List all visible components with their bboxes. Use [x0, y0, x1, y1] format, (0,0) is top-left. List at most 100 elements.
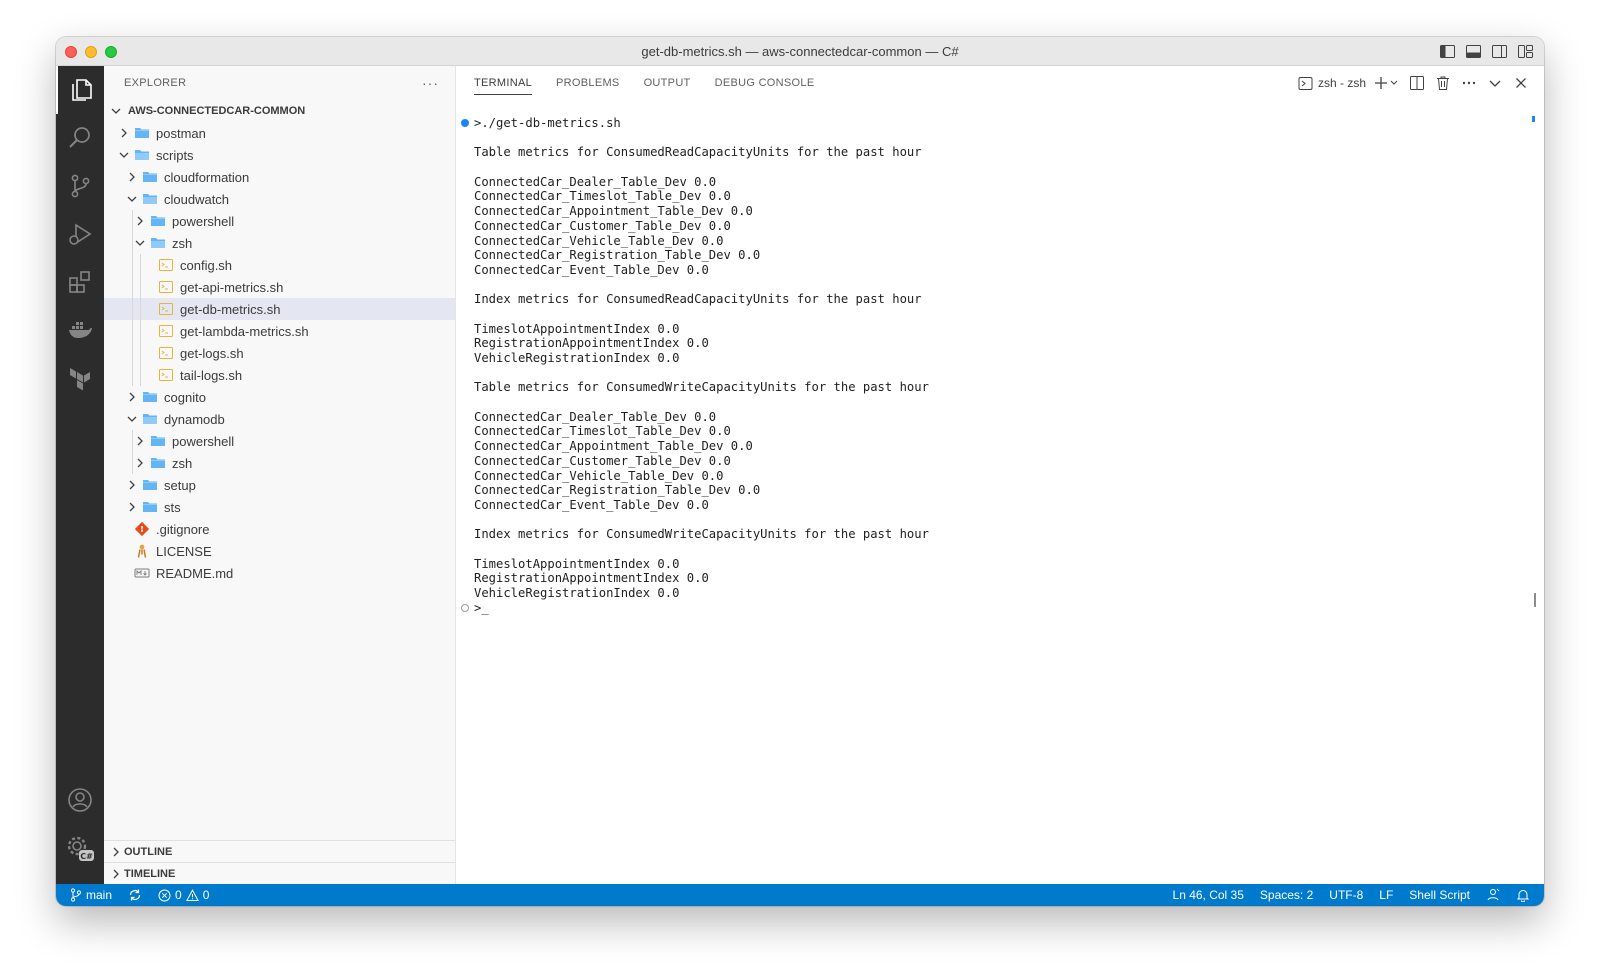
- terminal-line: VehicleRegistrationIndex 0.0: [474, 351, 680, 365]
- file-item[interactable]: .gitignore: [104, 518, 455, 540]
- shell-file-icon: [158, 345, 174, 361]
- timeline-section[interactable]: TIMELINE: [104, 862, 455, 884]
- chevron-right-icon: [132, 455, 148, 471]
- tree-item-label: cloudformation: [164, 169, 250, 185]
- cursor-position[interactable]: Ln 46, Col 35: [1165, 884, 1252, 906]
- end-of-line[interactable]: LF: [1371, 884, 1401, 906]
- chevron-down-icon: [108, 103, 124, 119]
- folder-item[interactable]: sts: [104, 496, 455, 518]
- file-item[interactable]: get-logs.sh: [104, 342, 455, 364]
- folder-item[interactable]: zsh: [104, 452, 455, 474]
- more-actions-icon[interactable]: ···: [422, 75, 439, 91]
- toggle-secondary-sidebar-icon[interactable]: [1491, 43, 1508, 60]
- terminal-selector[interactable]: zsh - zsh: [1298, 76, 1366, 91]
- feedback-icon[interactable]: [1478, 884, 1508, 906]
- maximize-panel-chevron-icon[interactable]: [1486, 74, 1504, 92]
- tree-item-label: get-api-metrics.sh: [180, 279, 284, 295]
- terminal-line: ConnectedCar_Registration_Table_Dev 0.0: [474, 248, 761, 263]
- search-icon[interactable]: [56, 114, 104, 162]
- folder-item[interactable]: zsh: [104, 232, 455, 254]
- encoding[interactable]: UTF-8: [1321, 884, 1371, 906]
- branch-status[interactable]: main: [56, 884, 120, 906]
- folder-icon: [142, 169, 158, 185]
- folder-open-icon: [134, 147, 150, 163]
- terminal-line: ConnectedCar_Dealer_Table_Dev 0.0: [474, 409, 717, 424]
- shell-file-icon: [158, 323, 174, 339]
- folder-item[interactable]: cloudwatch: [104, 188, 455, 210]
- command-pending-decoration[interactable]: [461, 604, 469, 613]
- folder-open-icon: [150, 235, 166, 251]
- command-success-decoration[interactable]: [461, 119, 469, 127]
- close-panel-icon[interactable]: [1512, 74, 1530, 92]
- customize-layout-icon[interactable]: [1517, 43, 1534, 60]
- file-item[interactable]: get-db-metrics.sh: [104, 298, 455, 320]
- tab-terminal[interactable]: TERMINAL: [474, 66, 533, 100]
- indentation[interactable]: Spaces: 2: [1252, 884, 1321, 906]
- terminal-output[interactable]: >./get-db-metrics.sh Table metrics for Co…: [461, 116, 929, 615]
- folder-item[interactable]: scripts: [104, 144, 455, 166]
- tab-debug-console[interactable]: DEBUG CONSOLE: [715, 66, 815, 100]
- run-debug-icon[interactable]: [56, 210, 104, 258]
- tree-item-label: tail-logs.sh: [180, 367, 243, 383]
- manage-gear-icon[interactable]: C#: [56, 824, 104, 872]
- terraform-icon[interactable]: [56, 354, 104, 402]
- file-item[interactable]: get-api-metrics.sh: [104, 276, 455, 298]
- terminal-line: RegistrationAppointmentIndex 0.0: [474, 336, 709, 351]
- sync-icon[interactable]: [120, 884, 150, 906]
- terminal-line: ConnectedCar_Appointment_Table_Dev 0.0: [474, 204, 753, 219]
- outline-label: OUTLINE: [124, 845, 173, 858]
- language-mode[interactable]: Shell Script: [1401, 884, 1478, 906]
- source-control-icon[interactable]: [56, 162, 104, 210]
- folder-item[interactable]: powershell: [104, 210, 455, 232]
- terminal-line: VehicleRegistrationIndex 0.0: [474, 586, 680, 600]
- folder-item[interactable]: powershell: [104, 430, 455, 452]
- more-actions-icon[interactable]: [1460, 74, 1478, 92]
- toggle-panel-icon[interactable]: [1465, 43, 1482, 60]
- file-item[interactable]: tail-logs.sh: [104, 364, 455, 386]
- new-terminal-icon[interactable]: [1374, 74, 1400, 92]
- terminal-line: ConnectedCar_Dealer_Table_Dev 0.0: [474, 174, 717, 189]
- tree-item-label: README.md: [156, 565, 234, 581]
- tab-problems[interactable]: PROBLEMS: [556, 66, 620, 100]
- folder-item[interactable]: cloudformation: [104, 166, 455, 188]
- terminal-scrollbar-thumb[interactable]: [1534, 593, 1536, 607]
- folder-icon: [142, 499, 158, 515]
- terminal-line: ConnectedCar_Customer_Table_Dev 0.0: [474, 218, 731, 233]
- kill-terminal-trash-icon[interactable]: [1434, 74, 1452, 92]
- file-item[interactable]: get-lambda-metrics.sh: [104, 320, 455, 342]
- folder-item[interactable]: setup: [104, 474, 455, 496]
- problems-status[interactable]: 0 0: [150, 884, 217, 906]
- file-item[interactable]: README.md: [104, 562, 455, 584]
- folder-item[interactable]: postman: [104, 122, 455, 144]
- terminal-line: Index metrics for ConsumedReadCapacityUn…: [474, 292, 922, 307]
- toggle-primary-sidebar-icon[interactable]: [1439, 43, 1456, 60]
- files-icon[interactable]: [56, 66, 104, 114]
- folder-item[interactable]: dynamodb: [104, 408, 455, 430]
- explorer-header: EXPLORER ···: [104, 66, 455, 100]
- timeline-label: TIMELINE: [124, 867, 176, 880]
- tab-output[interactable]: OUTPUT: [644, 66, 691, 100]
- workspace-root[interactable]: AWS-CONNECTEDCAR-COMMON: [104, 100, 455, 122]
- account-icon[interactable]: [56, 776, 104, 824]
- terminal-line: RegistrationAppointmentIndex 0.0: [474, 571, 709, 586]
- outline-section[interactable]: OUTLINE: [104, 840, 455, 862]
- notifications-bell-icon[interactable]: [1508, 884, 1538, 906]
- docker-icon[interactable]: [56, 306, 104, 354]
- extensions-icon[interactable]: [56, 258, 104, 306]
- tree-item-label: powershell: [172, 213, 235, 229]
- split-terminal-icon[interactable]: [1408, 74, 1426, 92]
- file-item[interactable]: LICENSE: [104, 540, 455, 562]
- folder-item[interactable]: cognito: [104, 386, 455, 408]
- chevron-right-icon: [132, 433, 148, 449]
- file-item[interactable]: config.sh: [104, 254, 455, 276]
